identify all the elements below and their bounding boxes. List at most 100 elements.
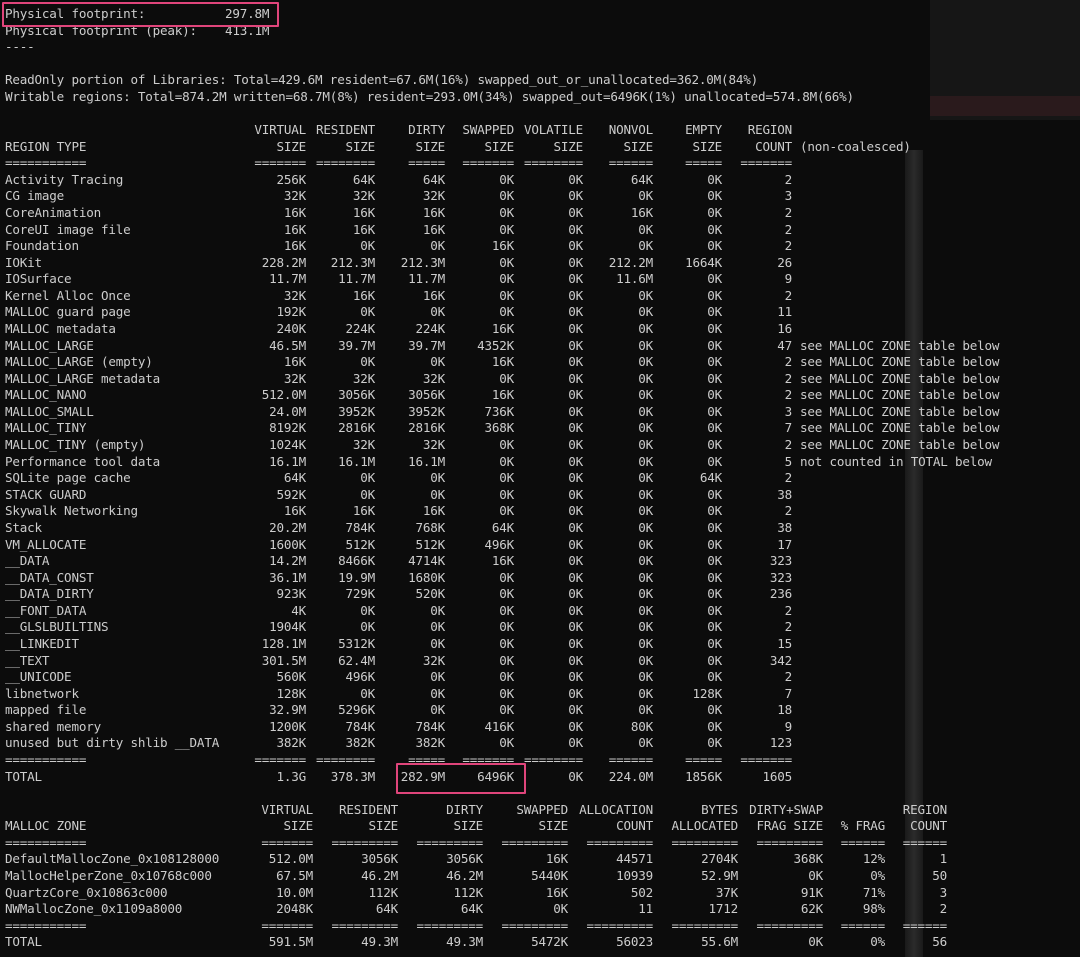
table-cell: 784K — [415, 718, 445, 734]
table-cell: 0K — [553, 901, 568, 917]
table-cell: ========= — [586, 834, 654, 850]
table-cell: see MALLOC ZONE table below — [800, 370, 1000, 386]
table-cell: 10939 — [616, 868, 653, 884]
region-table-row: CoreAnimation 16K 16K 16K 0K 0K 16K 0K 2 — [5, 205, 1080, 222]
table-cell: 0K — [568, 254, 583, 270]
row-label: MallocHelperZone_0x10768c000 — [5, 868, 212, 884]
table-cell: 282.9M — [400, 768, 445, 784]
table-cell: ========= — [501, 917, 569, 933]
region-table-row: Foundation 16K 0K 0K 16K 0K 0K 0K 2 — [5, 238, 1080, 255]
table-cell: COUNT — [755, 138, 792, 154]
table-cell: 0K — [430, 669, 445, 685]
table-cell: 0K — [707, 287, 722, 303]
table-cell: 2 — [784, 221, 793, 237]
table-cell: 0K — [360, 602, 375, 618]
table-cell: 16K — [491, 553, 514, 569]
table-cell: 62.4M — [338, 652, 375, 668]
zone-table-row: NWMallocZone_0x1109a8000 2048K 64K 64K 0K 11 1… — [5, 901, 1080, 918]
table-cell: ========= — [331, 834, 399, 850]
table-cell: SIZE — [623, 138, 653, 154]
table-cell: 2 — [784, 370, 793, 386]
row-label: MALLOC ZONE — [5, 818, 87, 834]
table-cell: 0K — [430, 486, 445, 502]
table-cell: 0% — [870, 934, 885, 950]
table-cell: 64K — [375, 901, 398, 917]
table-cell: 50 — [932, 868, 947, 884]
table-cell: 192K — [276, 304, 306, 320]
table-cell: 923K — [276, 586, 306, 602]
region-table-row: __TEXT 301.5M 62.4M 32K 0K 0K 0K 0K 342 — [5, 653, 1080, 670]
table-cell: 0K — [638, 503, 653, 519]
table-cell: 3 — [784, 188, 793, 204]
table-cell: 16.1M — [338, 453, 375, 469]
row-label: __TEXT — [5, 652, 50, 668]
table-cell: 0K — [568, 221, 583, 237]
table-cell: 382K — [415, 735, 445, 751]
table-cell: 123 — [769, 735, 792, 751]
row-label: CoreUI image file — [5, 221, 131, 237]
region-table-row: IOSurface 11.7M 11.7M 11.7M 0K 0K 11.6M 0K 9 — [5, 271, 1080, 288]
table-cell: 0K — [568, 238, 583, 254]
table-cell: 0K — [430, 470, 445, 486]
table-cell: 11 — [638, 901, 653, 917]
table-cell: 19.9M — [338, 569, 375, 585]
table-cell: 0K — [499, 453, 514, 469]
table-cell: 0K — [568, 304, 583, 320]
table-cell: 0K — [707, 221, 722, 237]
table-cell: 0K — [499, 735, 514, 751]
table-cell: 44571 — [616, 851, 653, 867]
table-cell: 49.3M — [361, 934, 398, 950]
terminal-line: Writable regions: Total=874.2M written=6… — [5, 88, 854, 104]
table-cell: ========= — [331, 917, 399, 933]
table-cell: 11.7M — [338, 271, 375, 287]
row-label: Kernel Alloc Once — [5, 287, 131, 303]
table-cell: 64K — [283, 470, 306, 486]
table-cell: SWAPPED — [462, 122, 514, 138]
table-cell: SWAPPED — [516, 801, 568, 817]
table-cell: 0K — [707, 453, 722, 469]
table-cell: 0K — [707, 271, 722, 287]
table-cell: 0K — [707, 238, 722, 254]
table-cell: 0K — [638, 685, 653, 701]
table-cell: ======= — [740, 155, 792, 171]
table-cell: 224K — [345, 320, 375, 336]
table-cell: 26 — [777, 254, 792, 270]
table-cell: 0K — [638, 420, 653, 436]
table-cell: 3056K — [446, 851, 483, 867]
table-cell: 212.3M — [400, 254, 445, 270]
table-cell: 0K — [360, 354, 375, 370]
table-cell: 64K — [630, 171, 653, 187]
table-cell: 236 — [769, 586, 792, 602]
table-cell: 368K — [793, 851, 823, 867]
region-table-row: VM_ALLOCATE 1600K 512K 512K 496K 0K 0K 0K 17 — [5, 537, 1080, 554]
table-cell: 323 — [769, 553, 792, 569]
table-cell: 0K — [499, 304, 514, 320]
table-cell: 592K — [276, 486, 306, 502]
row-label: MALLOC_TINY (empty) — [5, 437, 146, 453]
table-cell: 32.9M — [269, 702, 306, 718]
table-cell: 16K — [352, 204, 375, 220]
table-cell: 0K — [707, 320, 722, 336]
region-table-row: SQLite page cache 64K 0K 0K 0K 0K 0K 64K 2 — [5, 470, 1080, 487]
table-cell: 0K — [638, 437, 653, 453]
table-cell: 0K — [638, 354, 653, 370]
table-cell: 0K — [707, 586, 722, 602]
table-cell: 0K — [707, 370, 722, 386]
table-cell: ====== — [902, 834, 947, 850]
table-cell: 3056K — [408, 387, 445, 403]
table-cell: 496K — [484, 536, 514, 552]
region-table-row: =========== ======= ======== ===== ======= ==… — [5, 752, 1080, 769]
table-cell: 32K — [422, 437, 445, 453]
table-cell: 46.2M — [361, 868, 398, 884]
table-cell: 224.0M — [608, 768, 653, 784]
table-cell: 32K — [283, 287, 306, 303]
row-label: MALLOC_SMALL — [5, 403, 94, 419]
table-cell: 0K — [568, 420, 583, 436]
table-cell: 24.0M — [269, 403, 306, 419]
table-cell: 0K — [568, 287, 583, 303]
row-label: __DATA_DIRTY — [5, 586, 94, 602]
table-cell: 38 — [777, 486, 792, 502]
table-cell: 2 — [784, 437, 793, 453]
table-cell: 112K — [368, 884, 398, 900]
table-cell: 0K — [499, 221, 514, 237]
